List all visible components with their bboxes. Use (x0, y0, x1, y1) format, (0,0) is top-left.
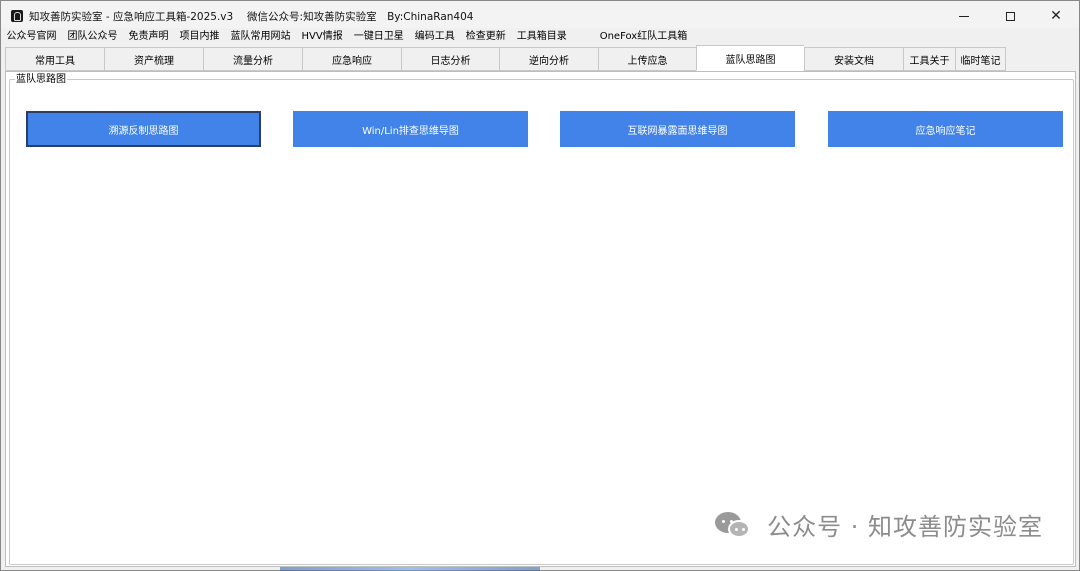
close-button[interactable]: ✕ (1033, 1, 1079, 31)
tab-page-blue-team-mindmaps: 蓝队思路图 溯源反制思路图 Win/Lin排查思维导图 互联网暴露面思维导图 应… (5, 71, 1076, 567)
menu-item-hvv-intel[interactable]: HVV情报 (296, 28, 348, 45)
tab-strip: 常用工具 资产梳理 流量分析 应急响应 日志分析 逆向分析 上传应急 蓝队思路图… (5, 45, 1006, 71)
watermark-text: 公众号 · 知攻善防实验室 (767, 513, 1043, 541)
menu-bar: 公众号官网 团队公众号 免责声明 项目内推 蓝队常用网站 HVV情报 一键日卫星… (1, 28, 1079, 45)
close-icon: ✕ (1050, 8, 1062, 24)
menu-item-toolbox-directory[interactable]: 工具箱目录 (511, 28, 572, 45)
win-lin-investigation-mindmap-button[interactable]: Win/Lin排查思维导图 (293, 111, 528, 147)
tab-traffic-analysis[interactable]: 流量分析 (203, 47, 302, 71)
window-title: 知攻善防实验室 - 应急响应工具箱-2025.v3 微信公众号:知攻善防实验室 … (29, 10, 474, 23)
menu-item-onefox[interactable]: OneFox红队工具箱 (594, 28, 693, 45)
traceback-mindmap-button[interactable]: 溯源反制思路图 (26, 111, 261, 147)
minimize-icon (959, 15, 969, 17)
tab-install-docs[interactable]: 安装文档 (804, 47, 903, 71)
incident-response-notes-button[interactable]: 应急响应笔记 (828, 111, 1063, 147)
tab-about[interactable]: 工具关于 (903, 47, 955, 71)
tab-log-analysis[interactable]: 日志分析 (401, 47, 499, 71)
menu-item-check-update[interactable]: 检查更新 (460, 28, 511, 45)
maximize-button[interactable] (987, 1, 1033, 31)
app-logo-icon (11, 10, 23, 22)
menu-item-satellite[interactable]: 一键日卫星 (348, 28, 409, 45)
groupbox-legend: 蓝队思路图 (15, 73, 67, 86)
tab-incident-response[interactable]: 应急响应 (302, 47, 401, 71)
mindmap-groupbox: 蓝队思路图 溯源反制思路图 Win/Lin排查思维导图 互联网暴露面思维导图 应… (9, 73, 1074, 565)
tab-asset-sorting[interactable]: 资产梳理 (104, 47, 203, 71)
tab-temp-notes[interactable]: 临时笔记 (955, 47, 1006, 71)
watermark: 公众号 · 知攻善防实验室 (715, 507, 1043, 542)
window-controls: ✕ (941, 1, 1079, 31)
maximize-icon (1005, 11, 1015, 21)
taskbar-peek-strip (280, 567, 540, 571)
tab-reverse-analysis[interactable]: 逆向分析 (499, 47, 598, 71)
menu-item-blue-team-sites[interactable]: 蓝队常用网站 (225, 28, 296, 45)
minimize-button[interactable] (941, 1, 987, 31)
wechat-icon (715, 510, 755, 540)
tab-common-tools[interactable]: 常用工具 (5, 47, 104, 71)
menu-item-official-site[interactable]: 公众号官网 (1, 28, 62, 45)
menu-item-encoding-tools[interactable]: 编码工具 (409, 28, 460, 45)
menu-item-team-account[interactable]: 团队公众号 (62, 28, 123, 45)
tab-blue-team-mindmaps[interactable]: 蓝队思路图 (696, 45, 804, 71)
menu-item-disclaimer[interactable]: 免责声明 (123, 28, 174, 45)
app-window: 知攻善防实验室 - 应急响应工具箱-2025.v3 微信公众号:知攻善防实验室 … (0, 0, 1080, 571)
title-bar[interactable]: 知攻善防实验室 - 应急响应工具箱-2025.v3 微信公众号:知攻善防实验室 … (1, 1, 1079, 31)
internet-exposure-mindmap-button[interactable]: 互联网暴露面思维导图 (560, 111, 795, 147)
tab-upload-emergency[interactable]: 上传应急 (598, 47, 696, 71)
menu-item-referral[interactable]: 项目内推 (174, 28, 225, 45)
